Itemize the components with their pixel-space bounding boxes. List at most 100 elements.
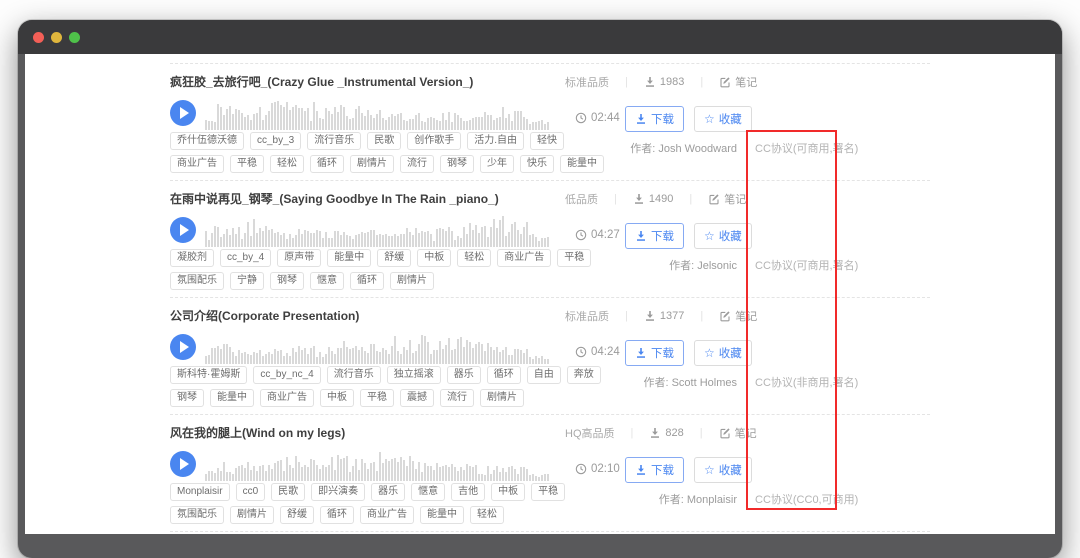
play-button[interactable] <box>170 451 196 477</box>
tag[interactable]: 器乐 <box>371 483 405 501</box>
tag[interactable]: 能量中 <box>210 389 254 407</box>
tag[interactable]: Monplaisir <box>170 483 230 501</box>
tag[interactable]: 钢琴 <box>440 155 474 173</box>
download-count-icon <box>644 310 656 322</box>
tag[interactable]: cc0 <box>236 483 266 501</box>
tag[interactable]: 商业广告 <box>260 389 314 407</box>
tag[interactable]: 循环 <box>320 506 354 524</box>
note-button[interactable]: 笔记 <box>719 425 757 441</box>
waveform[interactable] <box>205 330 550 364</box>
note-label: 笔记 <box>735 74 757 90</box>
tag[interactable]: 剧情片 <box>230 506 274 524</box>
tag[interactable]: 平稳 <box>531 483 565 501</box>
tag[interactable]: 轻松 <box>470 506 504 524</box>
favorite-button[interactable]: ☆ 收藏 <box>694 106 752 132</box>
tag[interactable]: 轻快 <box>530 132 564 150</box>
tag[interactable]: 能量中 <box>420 506 464 524</box>
tag[interactable]: 活力.自由 <box>467 132 524 150</box>
tag[interactable]: 流行音乐 <box>307 132 361 150</box>
tag[interactable]: 流行音乐 <box>327 366 381 384</box>
action-buttons: 下载 ☆ 收藏 <box>625 106 752 132</box>
tag[interactable]: 惬意 <box>411 483 445 501</box>
duration-value: 02:10 <box>591 463 620 475</box>
play-button[interactable] <box>170 217 196 243</box>
waveform[interactable] <box>205 447 550 481</box>
favorite-button[interactable]: ☆ 收藏 <box>694 457 752 483</box>
tag[interactable]: 惬意 <box>310 272 344 290</box>
tag[interactable]: 剧情片 <box>480 389 524 407</box>
tag[interactable]: 震撼 <box>400 389 434 407</box>
tag[interactable]: 创作歌手 <box>407 132 461 150</box>
tag[interactable]: 循环 <box>310 155 344 173</box>
tag[interactable]: 能量中 <box>560 155 604 173</box>
tag[interactable]: cc_by_3 <box>250 132 301 150</box>
tag[interactable]: 中板 <box>417 249 451 267</box>
tag[interactable]: 能量中 <box>327 249 371 267</box>
download-button[interactable]: 下载 <box>625 457 684 483</box>
tag[interactable]: 流行 <box>440 389 474 407</box>
tag-list: 凝胶剂 cc_by_4 原声带能量中舒缓中板轻松商业广告平稳氛围配乐宁静钢琴惬意循环… <box>170 249 610 290</box>
tag[interactable]: cc_by_4 <box>220 249 271 267</box>
tag[interactable]: 商业广告 <box>360 506 414 524</box>
play-icon <box>180 107 189 119</box>
tag[interactable]: 即兴演奏 <box>311 483 365 501</box>
tag[interactable]: 钢琴 <box>270 272 304 290</box>
minimize-button[interactable] <box>51 32 62 43</box>
tag[interactable]: 循环 <box>487 366 521 384</box>
tag[interactable]: 斯科特·霍姆斯 <box>170 366 247 384</box>
tag[interactable]: 少年 <box>480 155 514 173</box>
tag[interactable]: 平稳 <box>360 389 394 407</box>
tag[interactable]: 剧情片 <box>350 155 394 173</box>
close-button[interactable] <box>33 32 44 43</box>
note-button[interactable]: 笔记 <box>719 74 757 90</box>
note-button[interactable]: 笔记 <box>719 308 757 324</box>
tag[interactable]: 奔放 <box>567 366 601 384</box>
note-button[interactable]: 笔记 <box>708 191 746 207</box>
play-button[interactable] <box>170 100 196 126</box>
tag[interactable]: 流行 <box>400 155 434 173</box>
waveform[interactable] <box>205 213 550 247</box>
download-count-icon <box>644 76 656 88</box>
tag[interactable]: 平稳 <box>557 249 591 267</box>
tag[interactable]: 吉他 <box>451 483 485 501</box>
tag[interactable]: 轻松 <box>457 249 491 267</box>
tag[interactable]: 钢琴 <box>170 389 204 407</box>
tag[interactable]: 自由 <box>527 366 561 384</box>
tag[interactable]: 舒缓 <box>377 249 411 267</box>
tag[interactable]: 氛围配乐 <box>170 272 224 290</box>
tag[interactable]: 剧情片 <box>390 272 434 290</box>
waveform[interactable] <box>205 96 550 130</box>
tag[interactable]: 乔什伍德沃德 <box>170 132 244 150</box>
tag[interactable]: cc_by_nc_4 <box>253 366 320 384</box>
download-button[interactable]: 下载 <box>625 223 684 249</box>
favorite-button[interactable]: ☆ 收藏 <box>694 223 752 249</box>
tag[interactable]: 商业广告 <box>170 155 224 173</box>
tag[interactable]: 器乐 <box>447 366 481 384</box>
tag[interactable]: 轻松 <box>270 155 304 173</box>
tag[interactable]: 平稳 <box>230 155 264 173</box>
tag[interactable]: 中板 <box>491 483 525 501</box>
tag[interactable]: 独立摇滚 <box>387 366 441 384</box>
tag[interactable]: 氛围配乐 <box>170 506 224 524</box>
zoom-button[interactable] <box>69 32 80 43</box>
tag[interactable]: 民歌 <box>367 132 401 150</box>
download-count-value: 1490 <box>649 193 673 205</box>
quality-label: 标准品质 <box>565 74 609 90</box>
tag[interactable]: 快乐 <box>520 155 554 173</box>
tag[interactable]: 舒缓 <box>280 506 314 524</box>
tag[interactable]: 原声带 <box>277 249 321 267</box>
favorite-button[interactable]: ☆ 收藏 <box>694 340 752 366</box>
tag[interactable]: 中板 <box>320 389 354 407</box>
tag[interactable]: 民歌 <box>271 483 305 501</box>
download-button[interactable]: 下载 <box>625 106 684 132</box>
tag[interactable]: 商业广告 <box>497 249 551 267</box>
duration-value: 02:44 <box>591 112 620 124</box>
play-button[interactable] <box>170 334 196 360</box>
download-count: 828 <box>649 427 683 439</box>
tag[interactable]: 循环 <box>350 272 384 290</box>
download-button[interactable]: 下载 <box>625 340 684 366</box>
tag[interactable]: 凝胶剂 <box>170 249 214 267</box>
tag[interactable]: 宁静 <box>230 272 264 290</box>
download-count: 1490 <box>633 193 673 205</box>
download-label: 下载 <box>651 462 674 478</box>
